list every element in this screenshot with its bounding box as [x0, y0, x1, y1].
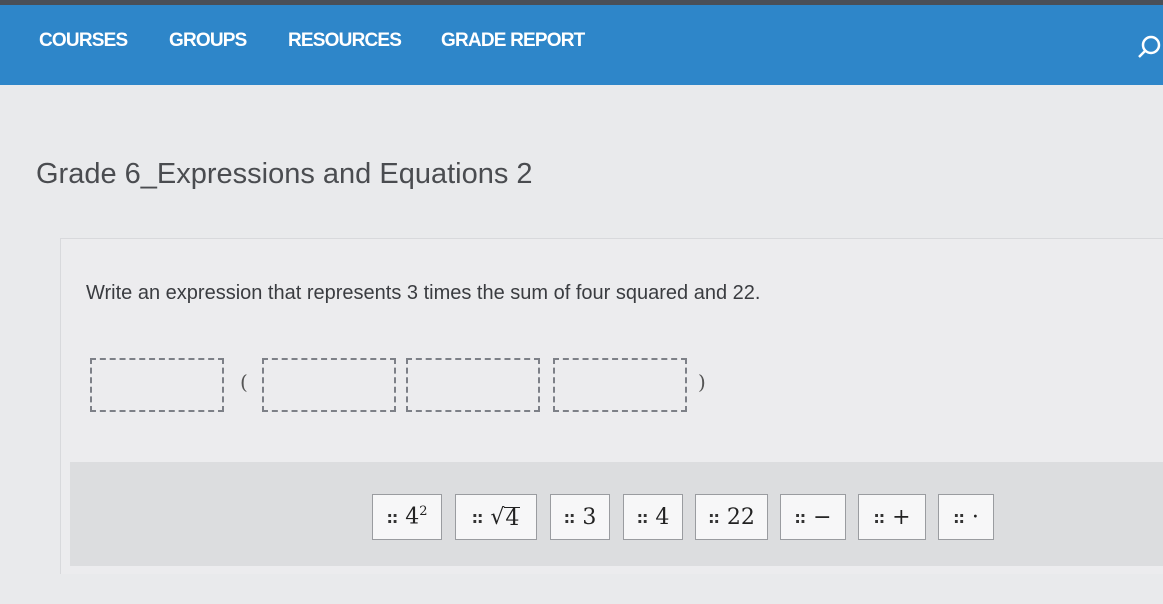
tile-label: 22	[726, 504, 755, 530]
nav-resources[interactable]: RESOURCES	[288, 30, 402, 52]
drag-handle-icon: ::	[636, 507, 649, 527]
tile-label: 4	[655, 504, 670, 530]
tile-tray	[70, 462, 1163, 566]
drag-handle-icon: ::	[708, 507, 720, 527]
nav-grade-report[interactable]: GRADE REPORT	[441, 30, 585, 52]
tile-dot[interactable]: :: ·	[938, 494, 994, 540]
drag-handle-icon: ::	[794, 507, 806, 527]
drag-handle-icon: ::	[563, 507, 576, 527]
top-navbar: COURSES GROUPS RESOURCES GRADE REPORT	[0, 5, 1163, 85]
drag-handle-icon: ::	[873, 507, 885, 527]
search-icon[interactable]	[1138, 35, 1162, 59]
drag-handle-icon: ::	[386, 507, 398, 527]
close-paren: )	[698, 370, 706, 394]
page-title: Grade 6_Expressions and Equations 2	[36, 158, 533, 190]
tile-label: ·	[971, 504, 979, 530]
tile-three[interactable]: :: 3	[550, 494, 610, 540]
tile-minus[interactable]: :: −	[780, 494, 846, 540]
answer-slot-2[interactable]	[262, 358, 396, 412]
tile-four[interactable]: :: 4	[623, 494, 683, 540]
answer-slot-3[interactable]	[406, 358, 540, 412]
question-prompt: Write an expression that represents 3 ti…	[86, 282, 761, 304]
nav-courses[interactable]: COURSES	[39, 30, 128, 52]
tile-four-squared[interactable]: :: 42	[372, 494, 442, 540]
tile-label: 42	[405, 504, 428, 530]
tile-label: −	[813, 504, 832, 530]
drag-handle-icon: ::	[953, 507, 965, 527]
tile-sqrt-four[interactable]: :: √ 4	[455, 494, 537, 540]
tile-twenty-two[interactable]: :: 22	[695, 494, 768, 540]
answer-slot-4[interactable]	[553, 358, 687, 412]
drag-handle-icon: ::	[471, 507, 484, 527]
tile-plus[interactable]: :: +	[858, 494, 926, 540]
tile-label: 3	[582, 504, 597, 530]
open-paren: (	[240, 370, 248, 394]
tile-label: +	[892, 504, 911, 530]
tile-label: √ 4	[490, 504, 521, 531]
nav-groups[interactable]: GROUPS	[169, 30, 247, 52]
answer-slot-1[interactable]	[90, 358, 224, 412]
